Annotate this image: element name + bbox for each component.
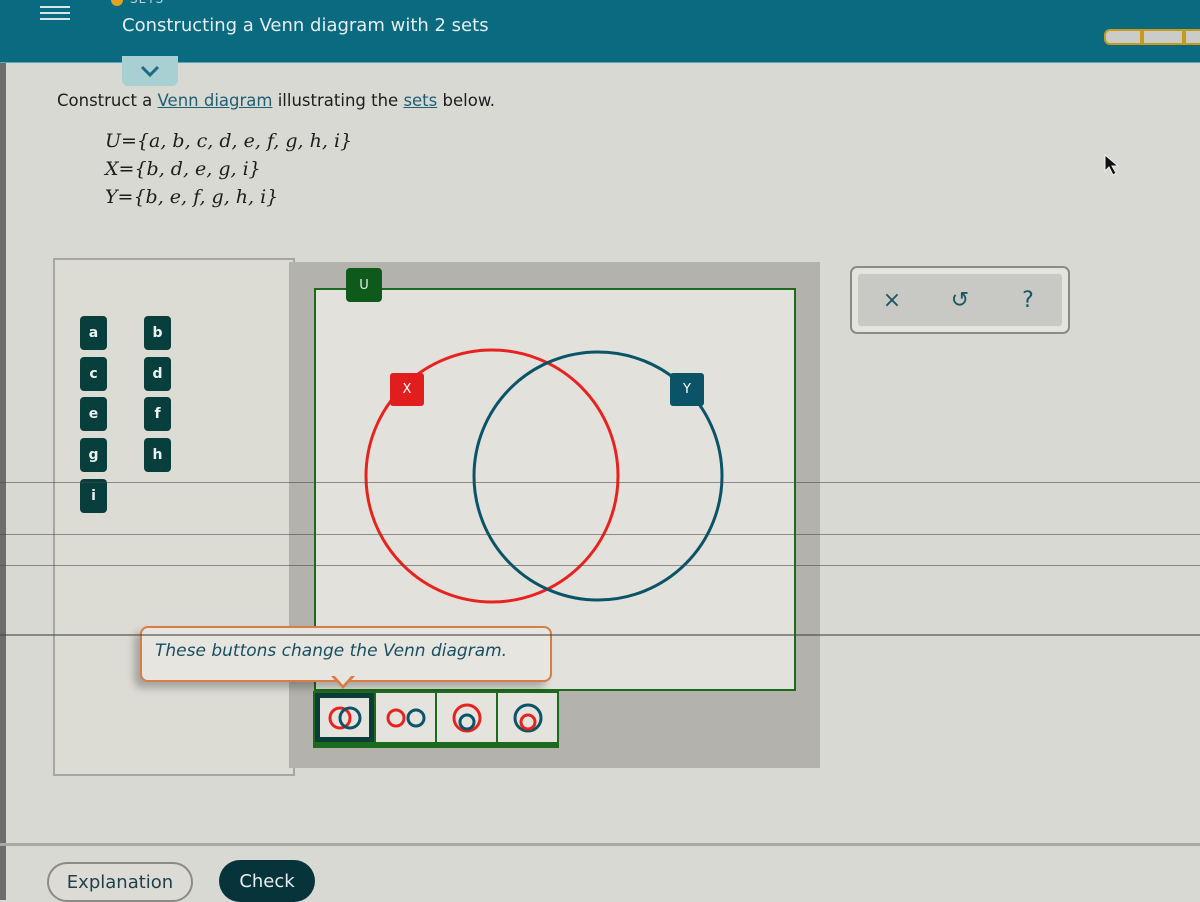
top-bar: SETS Constructing a Venn diagram with 2 … [0,0,1200,62]
element-chip-g[interactable]: g [80,438,107,472]
set-y-definition: Y={b, e, f, g, h, i} [105,186,279,208]
x-inside-y-icon [513,703,542,732]
set-x-definition: X={b, d, e, g, i} [105,158,261,180]
element-chip-c[interactable]: c [80,357,107,391]
universe-label: U [346,268,382,302]
element-chip-a[interactable]: a [80,316,107,350]
element-chip-i[interactable]: i [80,479,107,513]
element-chip-d[interactable]: d [144,357,171,391]
prompt-text: below. [437,91,496,110]
undo-button[interactable]: ↺ [940,280,980,320]
screen-artifact [0,565,1200,566]
venn-diagram-link[interactable]: Venn diagram [158,91,273,110]
screen-artifact [0,482,1200,483]
topic-label: SETS [130,0,164,6]
screen-edge [0,0,6,900]
y-inside-x-icon [452,703,481,732]
close-icon: × [882,287,902,313]
mouse-cursor-icon [1104,153,1120,176]
mode-overlapping-button[interactable] [315,693,374,742]
set-definitions: U={a, b, c, d, e, f, g, h, i} X={b, d, e… [105,127,352,211]
set-u-definition: U={a, b, c, d, e, f, g, h, i} [105,130,353,152]
screen-artifact [0,534,1200,535]
collapse-button[interactable] [122,56,178,86]
set-y-label[interactable]: Y [670,373,704,406]
overlapping-circles-icon [328,706,361,729]
explanation-button[interactable]: Explanation [47,862,193,902]
tool-panel: × ↺ ? [850,266,1070,334]
element-chip-h[interactable]: h [144,438,171,472]
question-prompt: Construct a Venn diagram illustrating th… [57,91,495,110]
check-button[interactable]: Check [219,860,315,902]
help-icon: ? [1022,287,1034,313]
menu-icon[interactable] [40,2,70,24]
page-title: Constructing a Venn diagram with 2 sets [122,15,489,36]
help-button[interactable]: ? [1008,280,1048,320]
element-chip-f[interactable]: f [144,397,171,431]
screen-artifact [0,634,1200,636]
mode-disjoint-button[interactable] [376,693,435,742]
diagram-mode-bar [313,691,559,748]
progress-bar [1104,29,1200,45]
sets-link[interactable]: sets [403,91,437,110]
mode-x-inside-y-button[interactable] [498,693,557,742]
tooltip-pointer-fill [334,675,352,685]
disjoint-circles-icon [386,708,425,727]
tooltip-text: These buttons change the Venn diagram. [155,641,508,661]
set-x-label[interactable]: X [390,373,424,406]
topic-status-dot [111,0,123,6]
footer-divider [0,843,1200,846]
clear-button[interactable]: × [872,280,912,320]
element-chip-e[interactable]: e [80,397,107,431]
prompt-text: illustrating the [272,91,404,110]
chevron-down-icon [140,65,160,78]
element-chip-b[interactable]: b [144,316,171,350]
prompt-text: Construct a [57,91,158,110]
mode-y-inside-x-button[interactable] [437,693,496,742]
undo-icon: ↺ [950,287,970,313]
